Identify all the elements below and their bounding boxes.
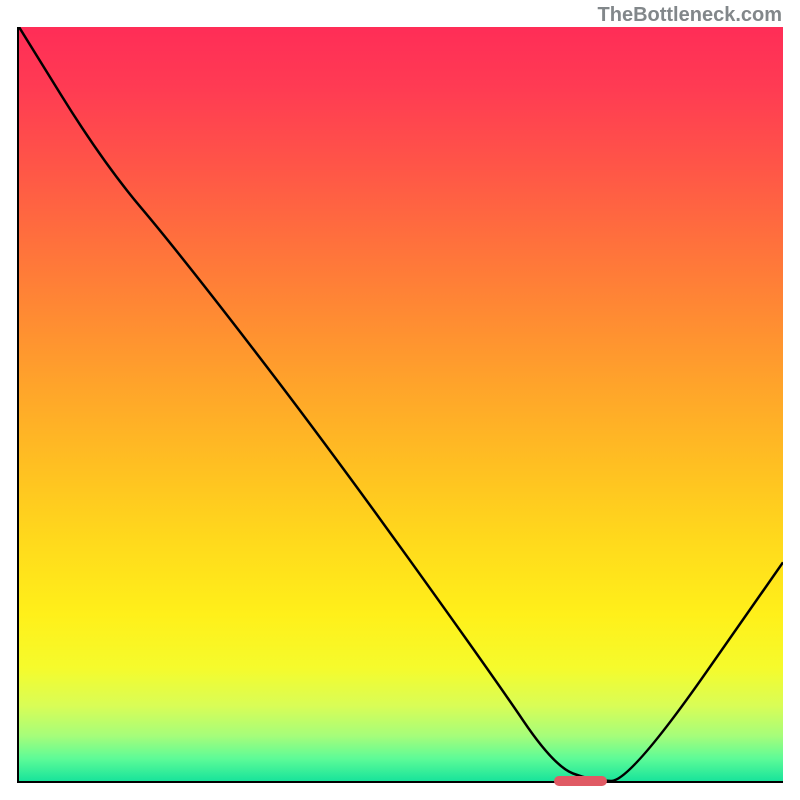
plot-area [17, 27, 783, 783]
watermark-text: TheBottleneck.com [598, 4, 782, 27]
bottleneck-curve [19, 27, 783, 781]
curve-svg [19, 27, 783, 781]
optimal-indicator [554, 776, 607, 786]
